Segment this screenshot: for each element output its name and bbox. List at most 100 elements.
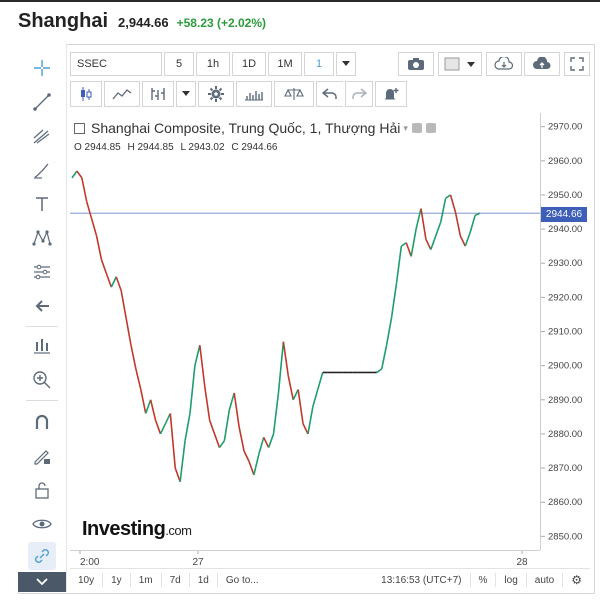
range-1d[interactable]: 1d (190, 573, 218, 587)
time-tick-label: 2:00 (80, 557, 100, 568)
price-segment (287, 375, 294, 400)
interval-1[interactable]: 1 (304, 52, 334, 76)
compare-icon[interactable] (274, 81, 314, 107)
price-segment (376, 368, 383, 374)
toolbar-row-2 (70, 81, 409, 107)
interval-dropdown[interactable] (336, 52, 356, 76)
camera-icon[interactable] (398, 52, 434, 76)
price-segment (223, 409, 231, 441)
cloud-download-icon[interactable] (486, 52, 522, 76)
settings-icon[interactable] (198, 81, 234, 107)
interval-1d[interactable]: 1D (232, 52, 266, 76)
price-segment (199, 345, 206, 387)
gear-icon[interactable]: ⚙ (562, 573, 590, 587)
auto-toggle[interactable]: auto (525, 573, 562, 587)
bars-icon[interactable] (236, 81, 272, 107)
clock-readout: 13:16:53 (UTC+7) (381, 574, 462, 586)
measure-icon[interactable] (28, 258, 56, 286)
text-icon[interactable] (28, 190, 56, 218)
range-1y[interactable]: 1y (103, 573, 131, 587)
indicators-icon[interactable] (142, 81, 174, 107)
area-icon[interactable] (104, 81, 140, 107)
legend-remove-icon[interactable] (425, 123, 436, 133)
undo-icon[interactable] (316, 81, 343, 107)
ohlc-low: L 2943.02 (180, 142, 225, 153)
price-segment (218, 440, 226, 449)
price-segment (464, 232, 471, 247)
percent-toggle[interactable]: % (469, 573, 496, 587)
scroll-down-button[interactable] (18, 572, 66, 592)
back-arrow-icon[interactable] (28, 292, 56, 320)
logo-suffix: .com (165, 523, 192, 538)
price-segment (435, 221, 442, 237)
symbol-input[interactable]: SSEC (70, 52, 162, 76)
goto-button[interactable]: Go to... (218, 573, 267, 587)
price-segment (380, 344, 388, 370)
price-tick-label: 2900.00 (548, 361, 582, 372)
magnet-icon[interactable] (28, 408, 56, 436)
price-segment (277, 341, 285, 394)
drawing-toolbar (18, 44, 67, 592)
interval-5[interactable]: 5 (164, 52, 194, 76)
price-tick-label: 2850.00 (548, 531, 582, 542)
redo-icon[interactable] (345, 81, 373, 107)
ohlc-high: H 2944.85 (127, 142, 174, 153)
price-chart[interactable] (70, 113, 540, 550)
price-segment (395, 246, 403, 284)
interval-1m[interactable]: 1M (268, 52, 302, 76)
link-icon[interactable] (28, 542, 56, 570)
price-tick-label: 2950.00 (548, 190, 582, 201)
collapse-legend-icon[interactable] (74, 122, 85, 134)
color-swatch-icon[interactable] (438, 52, 482, 76)
price-segment (159, 423, 167, 435)
price-segment (120, 290, 127, 318)
legend-title: Shanghai Composite, Trung Quốc, 1, Thượn… (91, 120, 401, 136)
zoom-icon[interactable] (28, 366, 56, 394)
toolbar-row-1: SSEC 5 1h 1D 1M 1 (70, 52, 358, 76)
price-segment (243, 450, 250, 462)
price-segment (184, 413, 191, 441)
time-scale[interactable]: 2:00 27 28 (70, 550, 540, 569)
price-scale[interactable]: 2850.00 2860.00 2870.00 2880.00 2890.00 2900.… (540, 113, 591, 550)
range-10y[interactable]: 10y (70, 573, 104, 587)
price-segment (449, 194, 457, 213)
price-segment (105, 273, 113, 288)
time-tick-label: 28 (516, 557, 528, 568)
price-segment (140, 389, 147, 414)
cloud-upload-icon[interactable] (524, 52, 560, 76)
price-segment (154, 419, 162, 435)
price-segment (390, 283, 398, 318)
price-segment (90, 218, 98, 237)
alert-icon[interactable] (375, 81, 407, 107)
price-segment (95, 235, 103, 260)
interval-1h[interactable]: 1h (196, 52, 230, 76)
price-segment (238, 426, 245, 452)
price-tick-label: 2860.00 (548, 497, 582, 508)
price-segment (164, 413, 172, 425)
price-segment (385, 317, 393, 346)
log-toggle[interactable]: log (495, 573, 525, 587)
time-tick-label: 27 (192, 557, 204, 568)
price-segment (71, 170, 78, 179)
trend-line-icon[interactable] (28, 88, 56, 116)
price-segment (307, 406, 314, 435)
chart-type-dropdown[interactable] (176, 81, 196, 107)
pattern-icon[interactable] (28, 224, 56, 252)
legend-settings-icon[interactable] (411, 123, 422, 133)
fib-icon[interactable] (28, 122, 56, 150)
eye-icon[interactable] (28, 510, 56, 538)
instrument-name: Shanghai (18, 10, 109, 32)
range-1m[interactable]: 1m (131, 573, 162, 587)
price-segment (258, 437, 265, 455)
unlock-icon[interactable] (28, 476, 56, 504)
fullscreen-icon[interactable] (564, 52, 590, 76)
crosshair-icon[interactable] (28, 54, 56, 82)
legend-dropdown-icon[interactable]: ▾ (403, 123, 408, 134)
pencil-lock-icon[interactable] (28, 442, 56, 470)
brush-icon[interactable] (28, 156, 56, 184)
price-tick-label: 2870.00 (548, 463, 582, 474)
candles-icon[interactable] (70, 81, 102, 107)
range-7d[interactable]: 7d (162, 573, 190, 587)
forecast-icon[interactable] (28, 332, 56, 360)
price-segment (445, 194, 451, 200)
